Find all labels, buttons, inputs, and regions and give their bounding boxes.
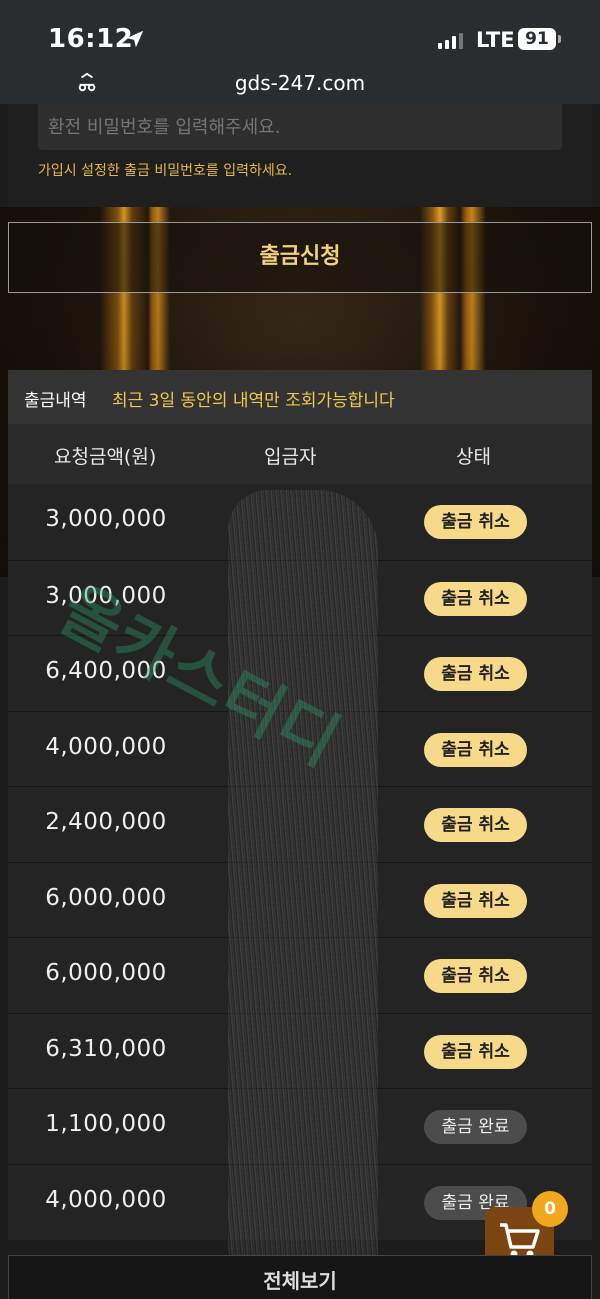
row-amount: 3,000,000	[45, 582, 167, 609]
row-amount: 4,000,000	[45, 1186, 167, 1213]
password-hint: 가입시 설정한 출금 비밀번호를 입력하세요.	[38, 163, 293, 179]
redaction-scribble	[228, 490, 378, 1299]
status-bar: 16:12 LTE 91	[0, 0, 600, 64]
battery-indicator: 91	[518, 28, 561, 50]
browser-url-bar[interactable]: gds-247.com	[0, 64, 600, 104]
row-amount: 1,100,000	[45, 1111, 167, 1137]
clock: 16:12	[48, 24, 134, 54]
status-badge[interactable]: 출금 취소	[424, 808, 527, 842]
history-header: 출금내역 최근 3일 동안의 내역만 조회가능합니다	[8, 370, 592, 424]
view-all-button[interactable]: 전체보기	[8, 1255, 592, 1299]
withdraw-request-button[interactable]: 출금신청	[8, 222, 592, 293]
history-title: 출금내역	[24, 391, 87, 411]
cart-count-badge: 0	[532, 1191, 568, 1227]
row-amount: 3,000,000	[45, 506, 167, 532]
status-badge[interactable]: 출금 취소	[424, 505, 527, 539]
row-amount: 6,310,000	[45, 1035, 167, 1062]
history-note: 최근 3일 동안의 내역만 조회가능합니다	[112, 391, 395, 411]
column-amount: 요청금액(원)	[54, 446, 157, 468]
status-badge[interactable]: 출금 취소	[424, 883, 527, 918]
signal-icon	[438, 33, 463, 49]
row-amount: 6,000,000	[45, 884, 167, 911]
status-badge[interactable]: 출금 취소	[424, 581, 527, 616]
withdraw-password-input[interactable]	[38, 104, 562, 150]
status-badge[interactable]: 출금 취소	[424, 732, 527, 767]
row-amount: 6,000,000	[45, 960, 167, 986]
column-status: 상태	[456, 446, 491, 468]
row-amount: 4,000,000	[45, 733, 167, 760]
status-badge[interactable]: 출금 취소	[424, 657, 527, 691]
table-header: 요청금액(원) 입금자 상태	[8, 424, 592, 484]
row-amount: 2,400,000	[45, 809, 167, 835]
status-badge[interactable]: 출금 취소	[424, 1034, 527, 1069]
password-panel: 가입시 설정한 출금 비밀번호를 입력하세요.	[8, 104, 592, 207]
status-badge: 출금 완료	[424, 1110, 527, 1144]
location-arrow-icon	[126, 30, 144, 48]
url-text[interactable]: gds-247.com	[0, 71, 600, 95]
network-type: LTE	[476, 28, 515, 52]
status-badge[interactable]: 출금 취소	[424, 959, 527, 993]
column-depositor: 입금자	[264, 446, 317, 468]
row-amount: 6,400,000	[45, 658, 167, 684]
